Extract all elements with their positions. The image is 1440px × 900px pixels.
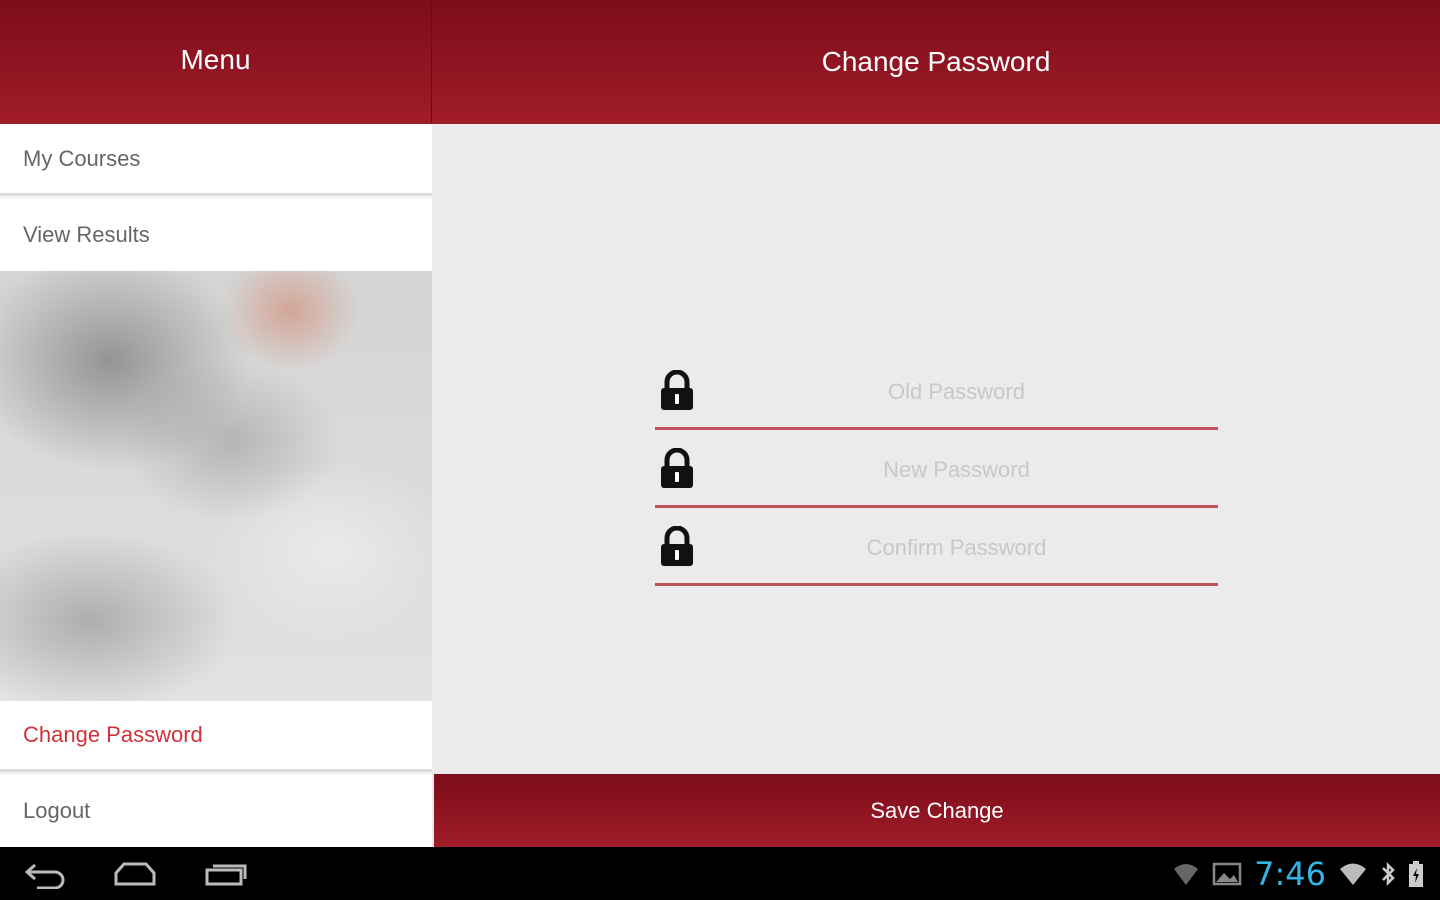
menu-item-label: View Results: [23, 222, 150, 247]
home-button[interactable]: [105, 855, 165, 893]
wifi-icon: [1174, 863, 1199, 885]
menu-item-my-courses[interactable]: My Courses: [0, 124, 432, 196]
wifi-signal-icon: [1340, 863, 1366, 885]
recent-apps-icon: [205, 864, 247, 886]
menu-item-view-results[interactable]: View Results: [0, 199, 432, 271]
home-icon: [114, 862, 156, 886]
old-password-field[interactable]: [705, 372, 1208, 412]
status-area: 7:46: [1172, 847, 1424, 900]
confirm-password-field[interactable]: [705, 528, 1208, 568]
back-button[interactable]: [15, 855, 75, 893]
menu-item-label: My Courses: [23, 145, 141, 171]
main-panel: Change Password Save Change: [432, 0, 1440, 847]
menu-item-logout[interactable]: Logout: [0, 774, 432, 847]
system-navigation-bar: 7:46: [0, 847, 1440, 900]
new-password-row: [655, 448, 1218, 508]
lock-icon: [661, 370, 693, 410]
battery-icon: [1409, 860, 1423, 887]
clock: 7:46: [1254, 854, 1326, 893]
page-title: Change Password: [821, 46, 1051, 77]
sidebar-header: Menu: [0, 0, 432, 124]
bluetooth-icon: [1382, 861, 1395, 886]
field-underline: [655, 583, 1218, 586]
menu-item-change-password[interactable]: Change Password: [0, 701, 432, 772]
field-underline: [655, 505, 1218, 508]
image-notification-icon: [1212, 862, 1242, 885]
confirm-password-row: [655, 526, 1218, 586]
lock-icon: [661, 526, 693, 566]
sidebar-menu: Menu My Courses View Results Change Pass…: [0, 0, 432, 847]
main-header: Change Password: [432, 0, 1440, 124]
back-icon: [24, 863, 65, 889]
menu-item-label: Logout: [23, 797, 91, 823]
sidebar-title: Menu: [180, 44, 251, 75]
save-change-button[interactable]: Save Change: [434, 774, 1440, 847]
new-password-field[interactable]: [705, 450, 1208, 490]
menu-background-photo: [0, 271, 432, 701]
recent-apps-button[interactable]: [196, 855, 256, 893]
menu-item-label: Change Password: [23, 722, 203, 747]
lock-icon: [661, 448, 693, 488]
save-change-label: Save Change: [870, 797, 1004, 823]
field-underline: [655, 427, 1218, 430]
old-password-row: [655, 370, 1218, 430]
